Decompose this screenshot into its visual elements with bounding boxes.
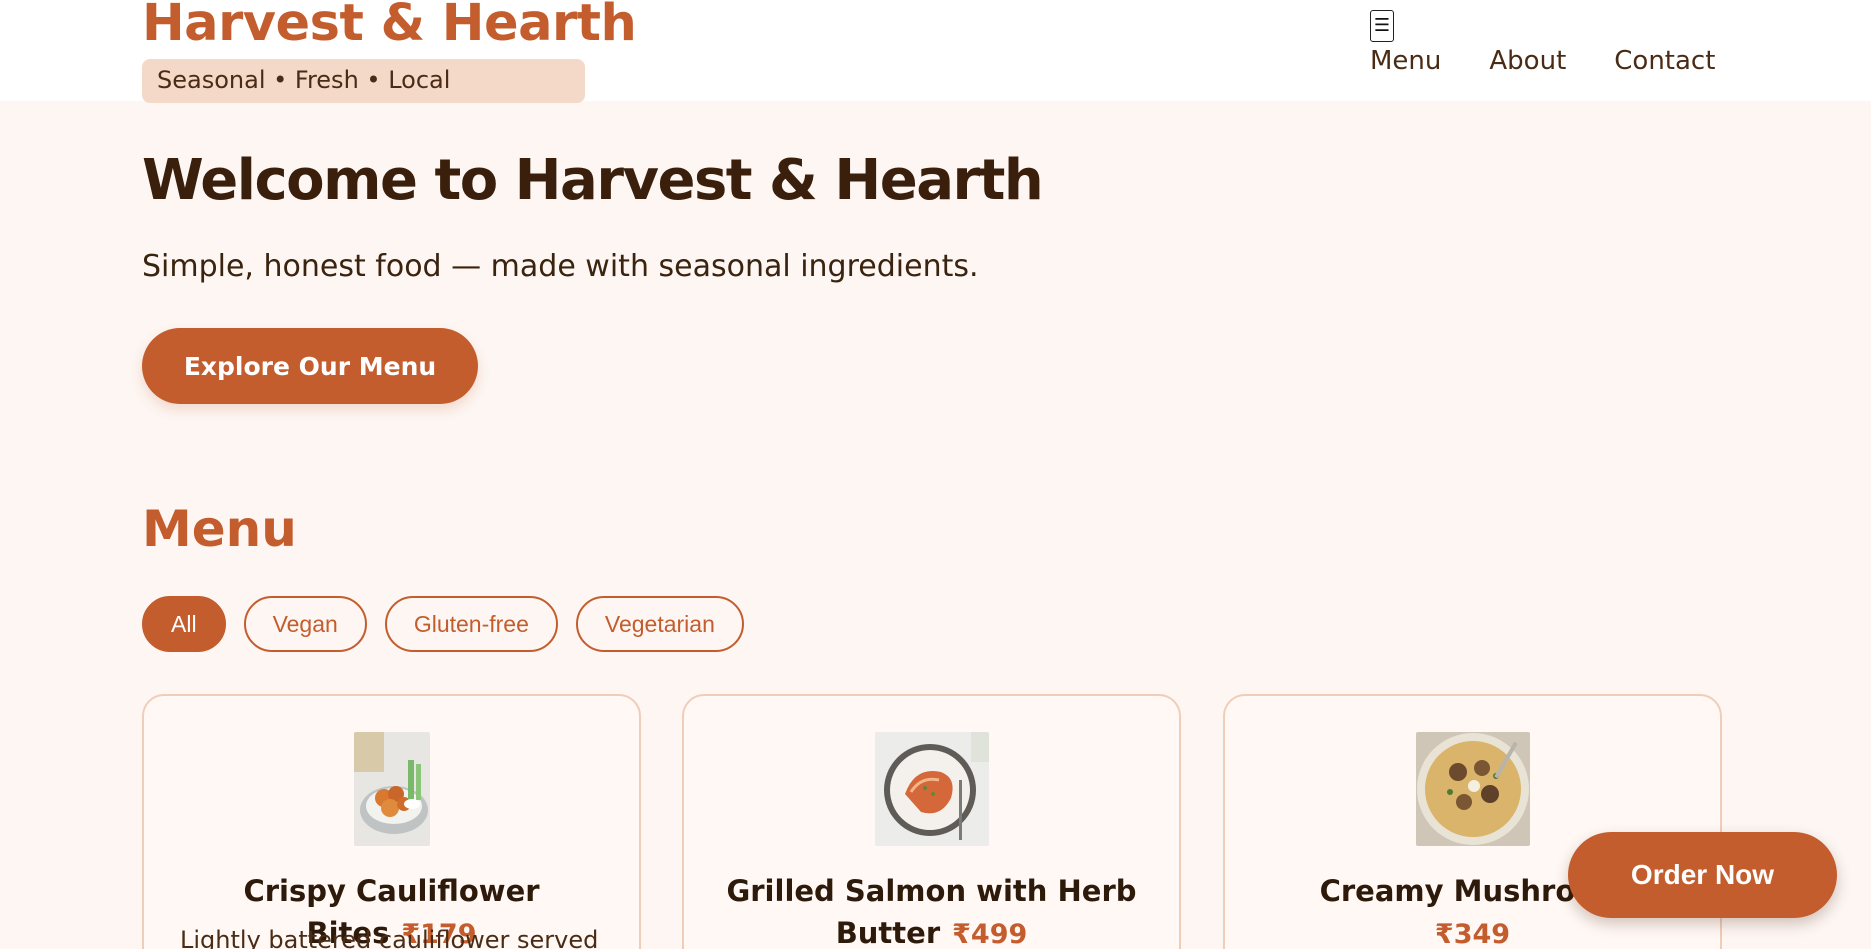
explore-menu-button[interactable]: Explore Our Menu xyxy=(142,328,478,404)
brand-tagline: Seasonal • Fresh • Local xyxy=(142,59,585,103)
menu-card[interactable]: Crispy Cauliflower Bites ₹179 Lightly bat… xyxy=(142,694,641,949)
nav-item-about[interactable]: About xyxy=(1489,46,1566,76)
filter-vegan[interactable]: Vegan xyxy=(243,596,367,652)
filter-all[interactable]: All xyxy=(142,596,226,652)
mushroom-pasta-photo xyxy=(1415,732,1530,846)
hero-subtitle: Simple, honest food — made with seasonal… xyxy=(142,249,979,284)
filter-gluten-free[interactable]: Gluten-free xyxy=(384,596,558,652)
menu-section-title: Menu xyxy=(142,500,297,558)
order-now-button[interactable]: Order Now xyxy=(1568,832,1837,918)
menu-filters: All Vegan Gluten-free Vegetarian xyxy=(142,596,744,652)
menu-item-title: Grilled Salmon with Herb Butter ₹499 xyxy=(704,870,1159,949)
grilled-salmon-photo xyxy=(874,732,989,846)
menu-card[interactable]: Grilled Salmon with Herb Butter ₹499 xyxy=(682,694,1181,949)
menu-item-price: ₹499 xyxy=(952,919,1028,949)
hero-title: Welcome to Harvest & Hearth xyxy=(142,148,1044,213)
menu-item-price: ₹349 xyxy=(1434,919,1511,949)
brand-title[interactable]: Harvest & Hearth xyxy=(142,0,637,53)
menu-item-name: Grilled Salmon with Herb Butter xyxy=(726,874,1137,949)
site-header: Harvest & Hearth Seasonal • Fresh • Loca… xyxy=(0,0,1871,103)
nav-item-contact[interactable]: Contact xyxy=(1614,46,1715,76)
main-nav: Menu About Contact xyxy=(1370,46,1715,76)
nav-item-menu[interactable]: Menu xyxy=(1370,46,1441,76)
hamburger-icon[interactable]: ☰ xyxy=(1370,10,1394,42)
menu-item-description: Lightly battered cauliflower served xyxy=(180,926,599,949)
filter-vegetarian[interactable]: Vegetarian xyxy=(575,596,744,652)
cauliflower-bites-photo xyxy=(353,732,430,846)
